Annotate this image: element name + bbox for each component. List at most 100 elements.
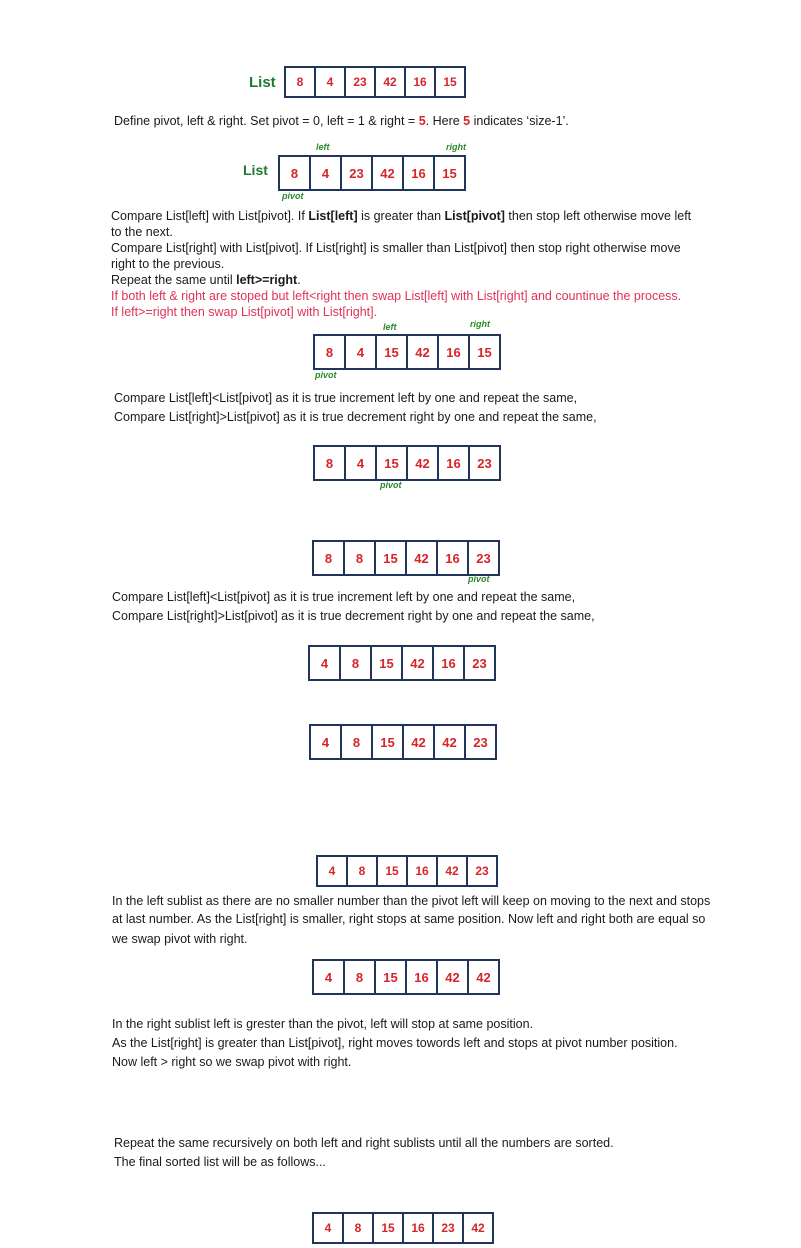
rule-5b: left>=right <box>236 273 298 287</box>
rule-3: Compare List[right] with List[pivot]. If… <box>111 241 681 255</box>
array-cell: 42 <box>407 542 438 574</box>
array-cell: 15 <box>377 336 408 368</box>
array-cell: 8 <box>344 1214 374 1242</box>
rule-1d: List[pivot] <box>444 209 505 223</box>
array-cell: 4 <box>318 857 348 885</box>
left-tag: left <box>316 142 330 152</box>
step2-line-1: Compare List[left]<List[pivot] as it is … <box>112 590 576 604</box>
pivot-tag-3: pivot <box>380 480 402 490</box>
rule-5c: . <box>297 273 301 287</box>
rule-6: If both left & right are stoped but left… <box>111 289 682 303</box>
array-cell: 42 <box>476 969 491 985</box>
array-step-5: 4 8 15 42 42 23 <box>309 724 497 760</box>
array-step-2: 8 4 15 42 16 23 <box>313 445 501 481</box>
array-cell: 15 <box>378 857 408 885</box>
array-cell: 8 <box>280 157 311 189</box>
array-cell: 8 <box>342 726 373 758</box>
rule-5a: Repeat the same until <box>111 273 233 287</box>
array-cell: 42 <box>408 336 439 368</box>
array-step-3: 8 8 15 42 16 23 <box>312 540 500 576</box>
array-cell: 42 <box>438 961 469 993</box>
array-cell: 15 <box>373 726 404 758</box>
array-cell: 23 <box>477 455 492 471</box>
right-tag: right <box>446 142 466 152</box>
intro-d: 5 <box>463 114 471 128</box>
array-cell: 8 <box>348 857 378 885</box>
array-cell: 8 <box>345 542 376 574</box>
intro-e: indicates ‘size-1’. <box>473 114 569 128</box>
array-cell: 16 <box>439 447 470 479</box>
array-cell: 4 <box>346 447 377 479</box>
final-line-2: The final sorted list will be as follows… <box>114 1155 326 1169</box>
array-cell: 16 <box>439 336 470 368</box>
step2-line-2: Compare List[right]>List[pivot] as it is… <box>112 609 595 623</box>
array-cell: 23 <box>434 1214 464 1242</box>
array-cell: 23 <box>472 655 487 671</box>
array-cell: 16 <box>404 1214 434 1242</box>
array-cell: 42 <box>408 447 439 479</box>
right-sublist-line-2: As the List[right] is greater than List[… <box>112 1036 678 1050</box>
array-cell: 8 <box>341 647 372 679</box>
array-cell: 15 <box>377 447 408 479</box>
right-tag-2: right <box>470 319 490 329</box>
array-pointers: 8 4 23 42 16 15 <box>278 155 466 191</box>
rule-1e: then stop left otherwise move left <box>508 209 692 223</box>
array-cell: 4 <box>314 1214 344 1242</box>
array-cell: 15 <box>477 344 492 360</box>
array-sorted: 4 8 15 16 23 42 <box>312 1212 494 1244</box>
pivot-tag: pivot <box>282 191 304 201</box>
array-cell: 4 <box>311 157 342 189</box>
array-cell: 15 <box>443 75 457 89</box>
array-cell: 4 <box>314 961 345 993</box>
array-cell: 15 <box>376 961 407 993</box>
array-cell: 42 <box>435 726 466 758</box>
array-cell: 16 <box>434 647 465 679</box>
step1-line-1: Compare List[left]<List[pivot] as it is … <box>114 391 578 405</box>
rule-2: to the next. <box>111 225 173 239</box>
array-cell: 16 <box>408 857 438 885</box>
left-sublist-line-1: In the left sublist as there are no smal… <box>112 894 711 908</box>
array-cell: 16 <box>404 157 435 189</box>
array-step-4: 4 8 15 42 16 23 <box>308 645 496 681</box>
rule-1: Compare List[left] with List[pivot]. If … <box>111 208 691 224</box>
rule-1b: List[left] <box>308 209 358 223</box>
array-cell: 4 <box>346 336 377 368</box>
array-cell: 42 <box>403 647 434 679</box>
array-step-6: 4 8 15 16 42 23 <box>316 855 498 887</box>
list-label: List <box>249 74 276 91</box>
array-cell: 15 <box>442 165 457 181</box>
array-cell: 16 <box>407 961 438 993</box>
array-cell: 23 <box>346 68 376 96</box>
rule-7: If left>=right then swap List[pivot] wit… <box>111 305 378 319</box>
array-cell: 8 <box>314 542 345 574</box>
rule-1a: Compare List[left] with List[pivot]. If <box>111 209 305 223</box>
final-line-1: Repeat the same recursively on both left… <box>114 1136 614 1150</box>
array-cell: 42 <box>373 157 404 189</box>
rule-4: right to the previous. <box>111 257 225 271</box>
rule-5: Repeat the same until left>=right. <box>111 272 301 288</box>
array-cell: 15 <box>374 1214 404 1242</box>
array-cell: 16 <box>438 542 469 574</box>
list-label-2: List <box>243 162 268 178</box>
left-tag-2: left <box>383 322 397 332</box>
array-cell: 42 <box>404 726 435 758</box>
array-cell: 42 <box>471 1221 485 1235</box>
intro-text: Define pivot, left & right. Set pivot = … <box>114 113 569 129</box>
array-cell: 42 <box>376 68 406 96</box>
intro-a: Define pivot, left & right. Set pivot = … <box>114 114 416 128</box>
array-cell: 15 <box>376 542 407 574</box>
rule-1c: is greater than <box>361 209 442 223</box>
array-cell: 42 <box>438 857 468 885</box>
left-sublist-line-2: at last number. As the List[right] is sm… <box>112 912 706 926</box>
array-cell: 4 <box>310 647 341 679</box>
array-cell: 4 <box>311 726 342 758</box>
array-cell: 15 <box>372 647 403 679</box>
array-cell: 8 <box>345 961 376 993</box>
array-cell: 4 <box>316 68 346 96</box>
array-step-1: 8 4 15 42 16 15 <box>313 334 501 370</box>
left-sublist-line-3: we swap pivot with right. <box>112 932 248 946</box>
intro-c: . Here <box>425 114 460 128</box>
pivot-tag-4: pivot <box>468 574 490 584</box>
array-cell: 23 <box>476 550 491 566</box>
right-sublist-line-3: Now left > right so we swap pivot with r… <box>112 1055 352 1069</box>
